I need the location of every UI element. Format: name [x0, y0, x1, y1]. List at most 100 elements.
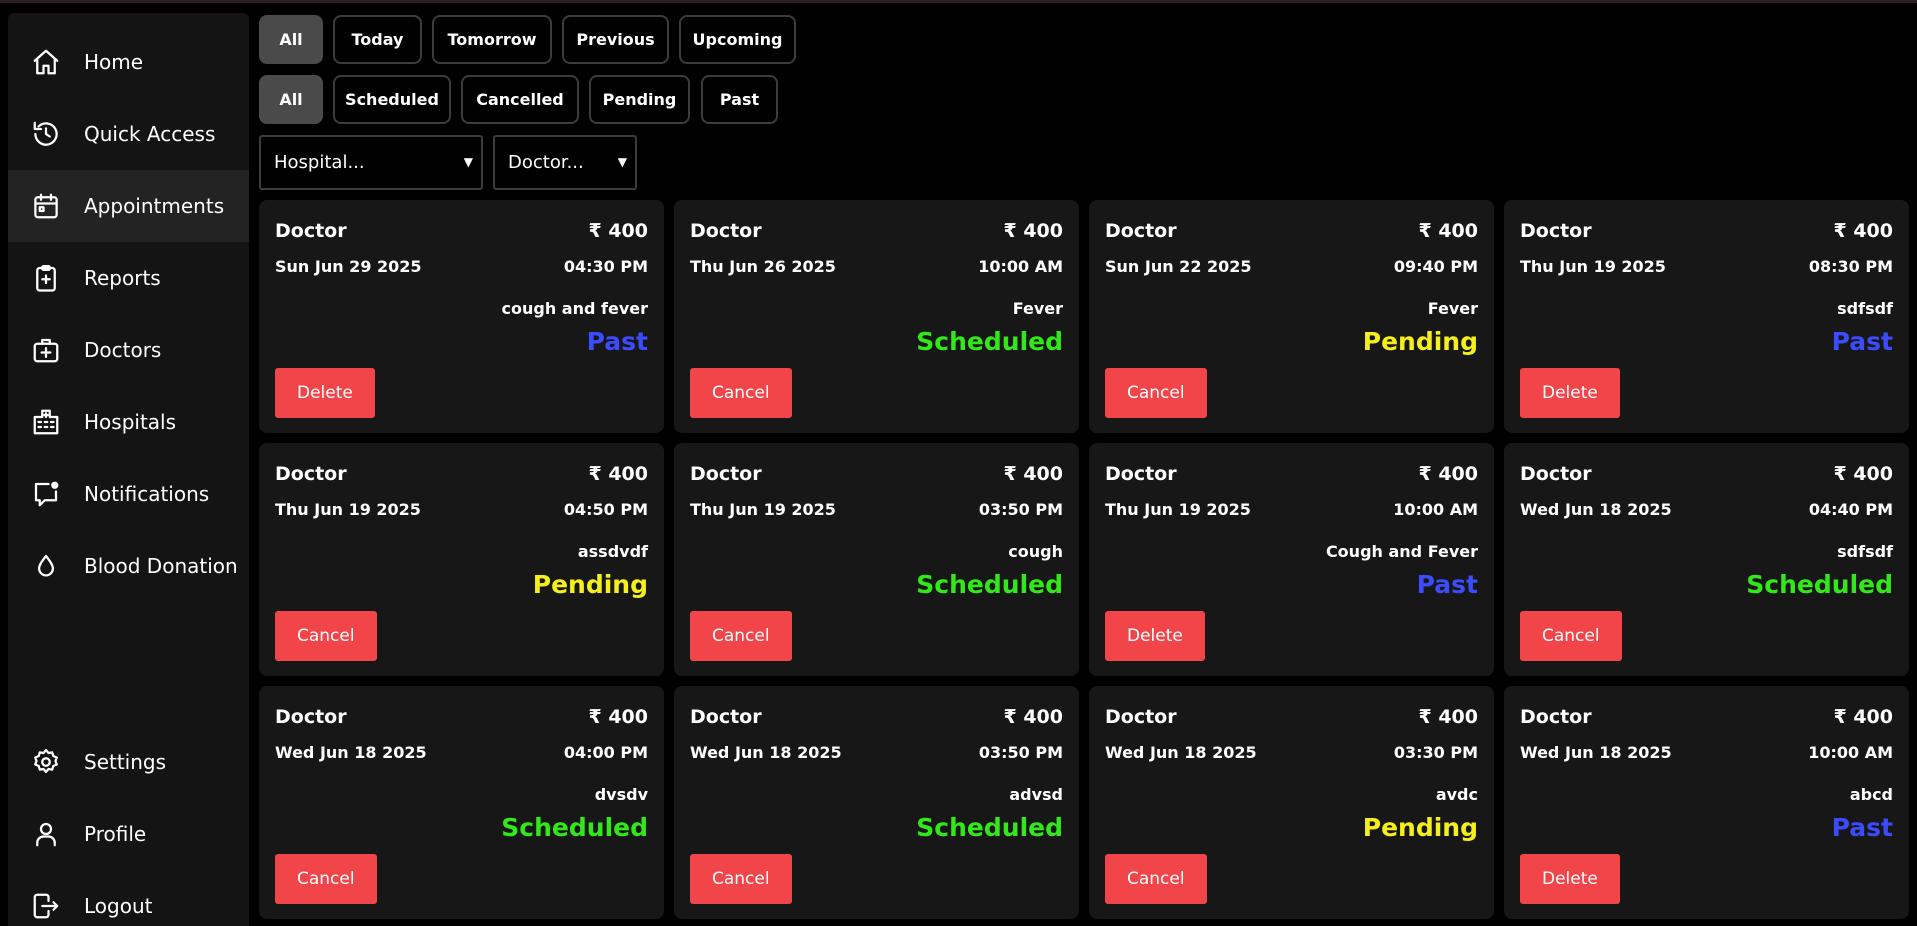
doctor-name: Doctor	[690, 706, 762, 728]
time-filter-today[interactable]: Today	[333, 15, 422, 64]
cancel-button[interactable]: Cancel	[1105, 854, 1207, 904]
appointment-time: 03:50 PM	[978, 743, 1063, 762]
appointment-fee: ₹ 400	[1003, 463, 1064, 485]
status-filter-pending[interactable]: Pending	[589, 75, 690, 124]
sidebar-item-profile[interactable]: Profile	[8, 798, 249, 870]
sidebar-item-label: Quick Access	[84, 122, 216, 146]
status-badge: Past	[1831, 813, 1893, 842]
doctor-name: Doctor	[275, 220, 347, 242]
appointment-reason: abcd	[1849, 785, 1893, 804]
sidebar-item-label: Appointments	[84, 194, 225, 218]
hospital-select[interactable]: Hospital... ▼	[259, 135, 483, 190]
sidebar: Home Quick Access Appointments Reports D…	[8, 13, 249, 926]
time-filter-tomorrow[interactable]: Tomorrow	[432, 15, 552, 64]
appointment-date: Thu Jun 19 2025	[1520, 257, 1666, 276]
sidebar-item-quick-access[interactable]: Quick Access	[8, 98, 249, 170]
status-badge: Past	[586, 327, 648, 356]
doctor-name: Doctor	[1520, 220, 1592, 242]
time-filter-previous[interactable]: Previous	[562, 15, 669, 64]
doctor-name: Doctor	[690, 463, 762, 485]
status-filter-past[interactable]: Past	[701, 75, 778, 124]
sidebar-item-logout[interactable]: Logout	[8, 870, 249, 926]
cancel-button[interactable]: Cancel	[690, 611, 792, 661]
appointment-time: 10:00 AM	[1808, 743, 1893, 762]
doctor-select[interactable]: Doctor... ▼	[493, 135, 637, 190]
status-badge: Past	[1831, 327, 1893, 356]
status-filter-scheduled[interactable]: Scheduled	[333, 75, 451, 124]
status-badge: Scheduled	[916, 813, 1063, 842]
appointment-reason: cough and fever	[501, 299, 648, 318]
appointment-time: 08:30 PM	[1808, 257, 1893, 276]
sidebar-item-reports[interactable]: Reports	[8, 242, 249, 314]
sidebar-item-appointments[interactable]: Appointments	[8, 170, 249, 242]
sidebar-item-blood-donation[interactable]: Blood Donation	[8, 530, 249, 602]
hospital-select-value: Hospital...	[274, 152, 365, 173]
delete-button[interactable]: Delete	[275, 368, 375, 418]
sidebar-item-home[interactable]: Home	[8, 26, 249, 98]
appointment-fee: ₹ 400	[1003, 706, 1064, 728]
user-icon	[30, 818, 62, 850]
appointment-date: Sun Jun 22 2025	[1105, 257, 1252, 276]
appointment-card: Doctor ₹ 400 Thu Jun 19 2025 08:30 PM sdfsdf…	[1504, 200, 1909, 433]
appointment-time: 10:00 AM	[1393, 500, 1478, 519]
medical-kit-icon	[30, 334, 62, 366]
chevron-down-icon: ▼	[463, 155, 473, 169]
doctor-name: Doctor	[1520, 463, 1592, 485]
appointment-time: 04:50 PM	[563, 500, 648, 519]
appointment-reason: cough	[1008, 542, 1063, 561]
doctor-name: Doctor	[275, 706, 347, 728]
sidebar-item-label: Home	[84, 50, 144, 74]
cancel-button[interactable]: Cancel	[690, 368, 792, 418]
delete-button[interactable]: Delete	[1520, 854, 1620, 904]
status-filter-cancelled[interactable]: Cancelled	[461, 75, 579, 124]
appointment-card: Doctor ₹ 400 Sun Jun 29 2025 04:30 PM cough …	[259, 200, 664, 433]
cancel-button[interactable]: Cancel	[275, 854, 377, 904]
history-icon	[30, 118, 62, 150]
status-filter-all[interactable]: All	[259, 75, 323, 124]
status-badge: Scheduled	[1746, 570, 1893, 599]
sidebar-item-notifications[interactable]: Notifications	[8, 458, 249, 530]
time-filter-all[interactable]: All	[259, 15, 323, 64]
time-filter-upcoming[interactable]: Upcoming	[679, 15, 796, 64]
doctor-name: Doctor	[1105, 706, 1177, 728]
appointment-card: Doctor ₹ 400 Sun Jun 22 2025 09:40 PM Fever P…	[1089, 200, 1494, 433]
doctor-name: Doctor	[1520, 706, 1592, 728]
appointment-time: 10:00 AM	[978, 257, 1063, 276]
cancel-button[interactable]: Cancel	[275, 611, 377, 661]
cancel-button[interactable]: Cancel	[690, 854, 792, 904]
appointment-fee: ₹ 400	[1418, 463, 1479, 485]
delete-button[interactable]: Delete	[1105, 611, 1205, 661]
sidebar-item-hospitals[interactable]: Hospitals	[8, 386, 249, 458]
sidebar-item-label: Blood Donation	[84, 554, 238, 578]
status-badge: Scheduled	[916, 327, 1063, 356]
appointment-time: 04:30 PM	[563, 257, 648, 276]
gear-icon	[30, 746, 62, 778]
appointment-date: Thu Jun 26 2025	[690, 257, 836, 276]
sidebar-item-settings[interactable]: Settings	[8, 726, 249, 798]
cancel-button[interactable]: Cancel	[1105, 368, 1207, 418]
appointment-card: Doctor ₹ 400 Thu Jun 19 2025 10:00 AM Cough …	[1089, 443, 1494, 676]
appointment-date: Thu Jun 19 2025	[275, 500, 421, 519]
status-badge: Scheduled	[916, 570, 1063, 599]
sidebar-item-doctors[interactable]: Doctors	[8, 314, 249, 386]
appointment-date: Wed Jun 18 2025	[1105, 743, 1257, 762]
status-badge: Scheduled	[501, 813, 648, 842]
delete-button[interactable]: Delete	[1520, 368, 1620, 418]
appointment-fee: ₹ 400	[588, 706, 649, 728]
doctor-select-value: Doctor...	[508, 152, 584, 173]
status-badge: Pending	[532, 570, 648, 599]
appointment-card: Doctor ₹ 400 Wed Jun 18 2025 04:40 PM sdfsdf…	[1504, 443, 1909, 676]
doctor-name: Doctor	[1105, 463, 1177, 485]
appointment-card: Doctor ₹ 400 Thu Jun 19 2025 03:50 PM cough S…	[674, 443, 1079, 676]
sidebar-item-label: Doctors	[84, 338, 162, 362]
cancel-button[interactable]: Cancel	[1520, 611, 1622, 661]
appointment-reason: Fever	[1427, 299, 1478, 318]
logout-icon	[30, 890, 62, 922]
appointment-card: Doctor ₹ 400 Wed Jun 18 2025 04:00 PM dvsdv S…	[259, 686, 664, 919]
appointment-reason: sdfsdf	[1837, 542, 1893, 561]
clipboard-plus-icon	[30, 262, 62, 294]
appointment-date: Wed Jun 18 2025	[1520, 743, 1672, 762]
appointment-reason: assdvdf	[577, 542, 648, 561]
status-badge: Pending	[1362, 327, 1478, 356]
sidebar-item-label: Profile	[84, 822, 147, 846]
